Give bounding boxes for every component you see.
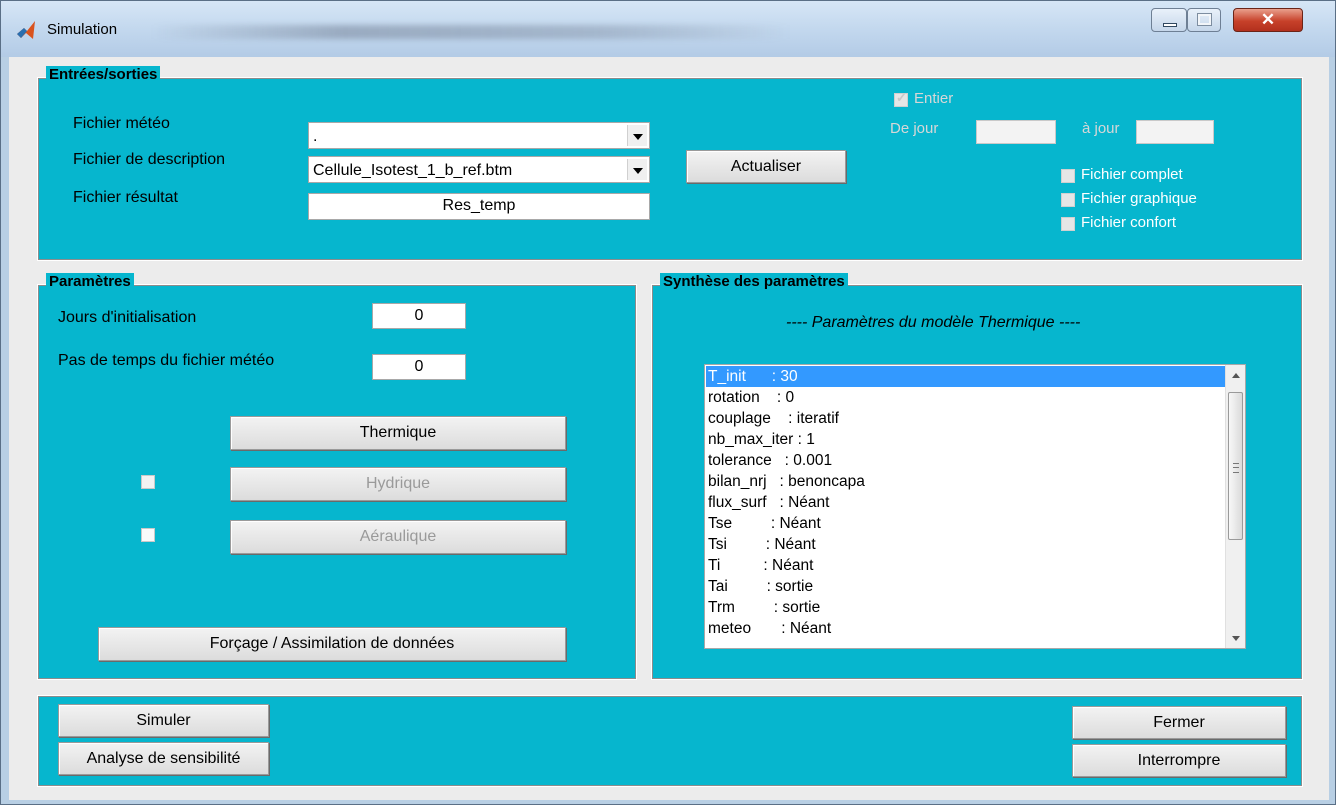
forcage-button[interactable]: Forçage / Assimilation de données [98, 627, 566, 661]
list-item[interactable]: Ti : Néant [708, 555, 813, 576]
footer-panel: Simuler Analyse de sensibilité Fermer In… [37, 695, 1303, 787]
fichier-resultat-label: Fichier résultat [73, 189, 178, 206]
de-jour-label: De jour [890, 120, 939, 137]
fichier-meteo-label: Fichier météo [73, 115, 170, 132]
fichier-description-select[interactable]: Cellule_Isotest_1_b_ref.btm [308, 156, 650, 183]
synthese-header: ---- Paramètres du modèle Thermique ---- [786, 314, 1081, 331]
fichier-confort-checkbox[interactable] [1061, 217, 1075, 231]
minimize-icon [1163, 23, 1177, 27]
grip-icon [1233, 463, 1239, 473]
fichier-complet-label: Fichier complet [1081, 166, 1183, 183]
hydrique-checkbox[interactable] [141, 475, 155, 489]
list-item[interactable]: nb_max_iter : 1 [708, 429, 815, 450]
list-item[interactable]: Trm : sortie [708, 597, 820, 618]
fermer-button[interactable]: Fermer [1072, 706, 1286, 739]
fichier-graphique-checkbox[interactable] [1061, 193, 1075, 207]
maximize-button[interactable] [1187, 8, 1221, 32]
list-item[interactable]: rotation : 0 [708, 387, 794, 408]
matlab-icon [17, 21, 35, 39]
list-item[interactable]: bilan_nrj : benoncapa [708, 471, 865, 492]
fichier-complet-checkbox[interactable] [1061, 169, 1075, 183]
fichier-meteo-value: . [313, 128, 318, 145]
chevron-down-icon[interactable] [627, 125, 647, 146]
title-bar[interactable]: Simulation ✕ [1, 1, 1335, 57]
pas-temps-label: Pas de temps du fichier météo [58, 352, 275, 369]
hydrique-button[interactable]: Hydrique [230, 467, 566, 501]
list-item[interactable]: couplage : iteratif [708, 408, 839, 429]
fichier-confort-label: Fichier confort [1081, 214, 1177, 231]
entier-checkbox[interactable] [894, 90, 908, 107]
io-panel-title: Entrées/sorties [46, 66, 161, 83]
list-item[interactable]: Tai : sortie [708, 576, 813, 597]
thermique-button[interactable]: Thermique [230, 416, 566, 450]
synthese-panel-title: Synthèse des paramètres [660, 273, 848, 290]
maximize-icon [1197, 13, 1212, 26]
jours-init-label: Jours d'initialisation [58, 309, 197, 326]
synthese-panel: Synthèse des paramètres ---- Paramètres … [651, 273, 1303, 680]
pas-temps-input[interactable]: 0 [372, 354, 466, 380]
aeraulique-button[interactable]: Aéraulique [230, 520, 566, 554]
minimize-button[interactable] [1151, 8, 1187, 32]
list-item[interactable]: Tsi : Néant [708, 534, 816, 555]
a-jour-input[interactable] [1136, 120, 1214, 144]
interrompre-button[interactable]: Interrompre [1072, 744, 1286, 777]
scroll-down-icon[interactable] [1226, 629, 1245, 648]
simulation-window: Simulation ✕ Entrées/sorties Fichier mét… [0, 0, 1336, 805]
analyse-sensibilite-button[interactable]: Analyse de sensibilité [58, 742, 269, 775]
fichier-description-label: Fichier de description [73, 151, 226, 168]
parametres-panel: Paramètres Jours d'initialisation 0 Pas … [37, 273, 637, 680]
simuler-button[interactable]: Simuler [58, 704, 269, 737]
actualiser-button[interactable]: Actualiser [686, 150, 846, 183]
fichier-description-value: Cellule_Isotest_1_b_ref.btm [313, 162, 513, 179]
aeraulique-checkbox[interactable] [141, 528, 155, 542]
entier-label: Entier [914, 90, 954, 107]
de-jour-input[interactable] [976, 120, 1056, 144]
window-title: Simulation [47, 21, 118, 38]
close-icon: ✕ [1260, 10, 1276, 29]
a-jour-label: à jour [1082, 120, 1120, 137]
synthese-listbox[interactable]: T_init : 30 rotation : 0 couplage : iter… [704, 364, 1246, 649]
parametres-panel-title: Paramètres [46, 273, 134, 290]
list-item[interactable]: flux_surf : Néant [708, 492, 829, 513]
fichier-graphique-label: Fichier graphique [1081, 190, 1197, 207]
jours-init-input[interactable]: 0 [372, 303, 466, 329]
list-item[interactable]: T_init : 30 [706, 366, 1226, 387]
list-item[interactable]: meteo : Néant [708, 618, 831, 639]
close-window-button[interactable]: ✕ [1233, 8, 1303, 32]
chevron-down-icon[interactable] [627, 159, 647, 180]
fichier-meteo-select[interactable]: . [308, 122, 650, 149]
list-item[interactable]: Tse : Néant [708, 513, 821, 534]
scroll-up-icon[interactable] [1226, 365, 1245, 384]
io-panel: Entrées/sorties Fichier météo . Fichier … [37, 66, 1303, 261]
list-item[interactable]: tolerance : 0.001 [708, 450, 832, 471]
client-area: Entrées/sorties Fichier météo . Fichier … [9, 57, 1329, 800]
vertical-scrollbar[interactable] [1225, 365, 1245, 648]
scroll-thumb[interactable] [1228, 392, 1243, 540]
blurred-title-region [151, 25, 791, 39]
fichier-resultat-input[interactable]: Res_temp [308, 193, 650, 220]
